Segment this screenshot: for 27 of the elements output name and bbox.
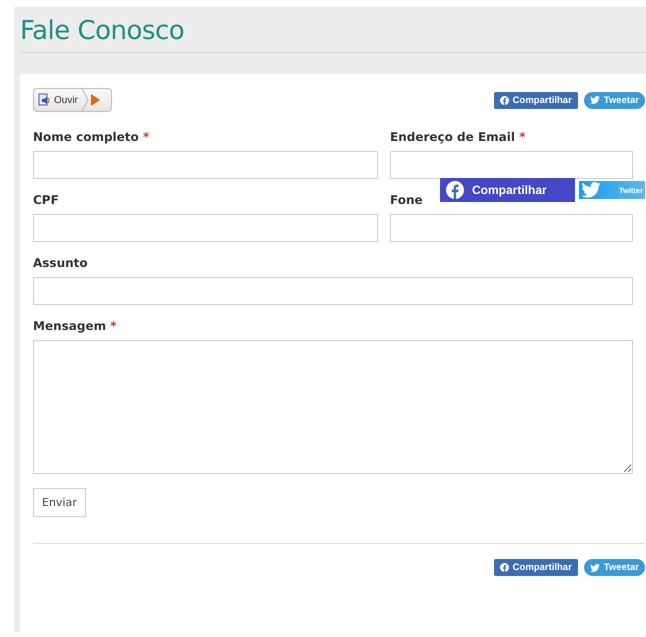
- input-field[interactable]: [33, 151, 378, 179]
- submit-button[interactable]: Enviar: [33, 488, 86, 517]
- field-label: Endereço de Email *: [390, 130, 526, 144]
- bird-icon: [581, 182, 601, 198]
- input-field[interactable]: [33, 277, 633, 305]
- tweet-button[interactable]: Tweetar: [584, 559, 645, 576]
- share-banner[interactable]: Compartilhar: [440, 178, 575, 202]
- field-label: CPF: [33, 193, 60, 207]
- facebook-icon: [500, 96, 509, 104]
- facebook-icon: [500, 563, 509, 572]
- share-button[interactable]: Compartilhar: [494, 92, 578, 108]
- page-title: Fale Conosco: [20, 15, 186, 48]
- share-button[interactable]: Compartilhar: [494, 559, 578, 576]
- bird-icon: [590, 96, 600, 104]
- message-field[interactable]: [33, 340, 633, 474]
- field-label: Nome completo *: [33, 130, 150, 144]
- listen-button[interactable]: Ouvir: [33, 88, 112, 112]
- bird-icon: [590, 564, 600, 572]
- speaker-icon: [38, 93, 51, 107]
- field-label: Assunto: [33, 256, 89, 270]
- input-field[interactable]: [33, 214, 378, 242]
- input-field[interactable]: [390, 151, 633, 179]
- field-label: Fone: [390, 193, 424, 207]
- tweet-button[interactable]: Tweetar: [584, 92, 645, 108]
- facebook-icon: [446, 181, 464, 199]
- input-field[interactable]: [390, 214, 633, 242]
- field-label: Mensagem *: [33, 319, 118, 333]
